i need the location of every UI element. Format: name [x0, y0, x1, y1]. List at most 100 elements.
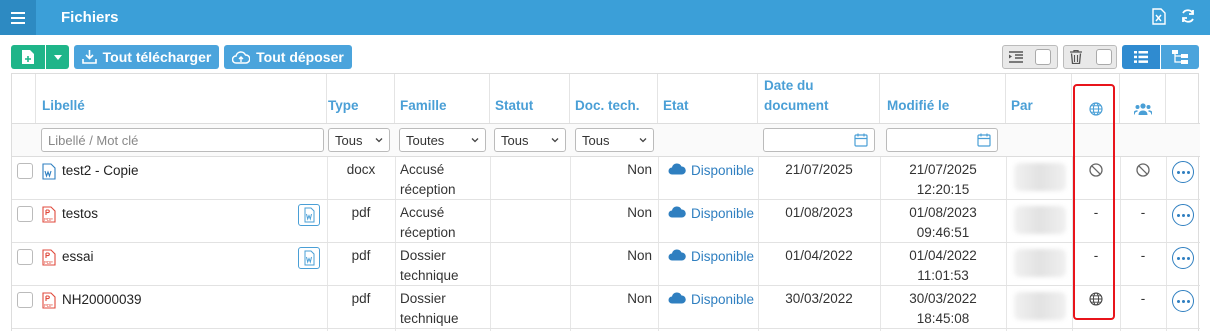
cloud-icon: [668, 292, 686, 307]
more-actions-button[interactable]: [1172, 204, 1194, 226]
list-view-icon: [1134, 51, 1148, 63]
indent-checkbox[interactable]: [1035, 49, 1051, 65]
new-file-icon: [22, 50, 34, 64]
chevron-down-icon: [375, 138, 383, 143]
statut-filter-value: Tous: [501, 132, 529, 148]
users-status: -: [1140, 291, 1146, 306]
etat-status: Disponible: [668, 249, 754, 264]
row-checkbox[interactable]: [17, 249, 33, 265]
author-redacted: [1014, 292, 1066, 320]
date-document: 01/04/2022: [785, 248, 853, 263]
cloud-icon: [668, 206, 686, 221]
pdf-file-icon: PDF: [42, 249, 56, 266]
date-document: 30/03/2022: [785, 291, 853, 306]
type-filter-select[interactable]: Tous: [328, 128, 390, 152]
excel-export-icon[interactable]: [1152, 8, 1170, 26]
chevron-down-icon: [551, 138, 559, 143]
file-type: pdf: [351, 205, 371, 220]
modifie-value: 01/08/2023 09:46:51: [909, 205, 977, 240]
column-header-doc-tech[interactable]: Doc. tech.: [570, 74, 658, 123]
tree-view-button[interactable]: [1161, 45, 1199, 69]
svg-text:PDF: PDF: [44, 217, 53, 222]
column-header-actions: [1166, 74, 1200, 123]
word-version-icon[interactable]: [298, 204, 320, 226]
filter-row: Libellé / Mot clé Tous Toutes Tous Tous: [12, 123, 1200, 157]
file-famille: Dossier technique: [400, 291, 459, 326]
more-actions-button[interactable]: [1172, 247, 1194, 269]
file-famille: Accusé réception: [400, 162, 456, 197]
column-header-par[interactable]: Par: [1006, 74, 1072, 123]
svg-text:PDF: PDF: [44, 260, 53, 265]
author-redacted: [1014, 206, 1066, 234]
row-checkbox[interactable]: [17, 163, 33, 179]
indent-toggle[interactable]: [1002, 45, 1058, 69]
row-checkbox[interactable]: [17, 206, 33, 222]
calendar-icon[interactable]: [977, 133, 991, 147]
download-all-label: Tout télécharger: [102, 49, 212, 65]
users-icon: [1133, 103, 1152, 115]
trash-checkbox[interactable]: [1096, 49, 1112, 65]
chevron-down-icon: [639, 138, 647, 143]
author-redacted: [1014, 163, 1066, 191]
modifie-value: 30/03/2022 18:45:08: [909, 291, 977, 326]
date-document: 21/07/2025: [785, 162, 853, 177]
column-header-modifie[interactable]: Modifié le: [880, 74, 1006, 123]
word-version-icon[interactable]: [298, 247, 320, 269]
highlight-box: [1073, 84, 1115, 320]
author-redacted: [1014, 249, 1066, 277]
ban-icon: [1136, 163, 1150, 183]
users-status: -: [1140, 205, 1146, 220]
date-document-filter-input[interactable]: [763, 128, 875, 152]
more-actions-button[interactable]: [1172, 161, 1194, 183]
more-actions-button[interactable]: [1172, 290, 1194, 312]
file-type: docx: [346, 162, 376, 177]
famille-filter-select[interactable]: Toutes: [399, 128, 486, 152]
column-header-etat[interactable]: Etat: [658, 74, 758, 123]
famille-filter-value: Toutes: [406, 132, 445, 148]
trash-toggle[interactable]: [1063, 45, 1117, 69]
doc-tech-filter-select[interactable]: Tous: [575, 128, 654, 152]
etat-status: Disponible: [668, 163, 754, 178]
file-name[interactable]: test2 - Copie: [62, 163, 139, 178]
new-file-dropdown-button[interactable]: [46, 45, 69, 69]
refresh-icon[interactable]: [1180, 8, 1198, 26]
etat-status: Disponible: [668, 206, 754, 221]
table-row[interactable]: test2 - Copie docx Accusé réception Non D…: [12, 157, 1200, 200]
doc-tech-value: Non: [627, 291, 652, 306]
upload-all-label: Tout déposer: [256, 49, 344, 65]
upload-all-button[interactable]: Tout déposer: [224, 45, 352, 69]
file-famille: Dossier technique: [400, 248, 459, 283]
column-header-statut[interactable]: Statut: [490, 74, 570, 123]
file-name[interactable]: essai: [62, 249, 94, 264]
column-header-famille[interactable]: Famille: [395, 74, 490, 123]
doc-tech-value: Non: [627, 248, 652, 263]
column-header-libelle[interactable]: Libellé: [36, 74, 327, 123]
download-all-button[interactable]: Tout télécharger: [74, 45, 219, 69]
file-type: pdf: [351, 248, 371, 263]
table-row[interactable]: PDF testos pdf Accusé réception Non Dispo…: [12, 200, 1200, 243]
hamburger-icon[interactable]: [0, 0, 36, 35]
window-title-bar: Fichiers: [0, 0, 1210, 35]
file-name[interactable]: NH20000039: [62, 292, 142, 307]
users-status: -: [1140, 248, 1146, 263]
cloud-upload-icon: [232, 50, 251, 64]
modifie-filter-input[interactable]: [886, 128, 998, 152]
table-row[interactable]: PDF essai pdf Dossier technique Non Dispo…: [12, 243, 1200, 286]
calendar-icon[interactable]: [854, 133, 868, 147]
column-header-date-document[interactable]: Date du document: [758, 74, 880, 123]
list-view-button[interactable]: [1122, 45, 1160, 69]
modifie-value: 21/07/2025 12:20:15: [909, 162, 977, 197]
doc-tech-value: Non: [627, 205, 652, 220]
table-row[interactable]: PDF NH20000039 pdf Dossier technique Non …: [12, 286, 1200, 329]
file-name[interactable]: testos: [62, 206, 98, 221]
new-file-button[interactable]: [11, 45, 45, 69]
trash-icon: [1070, 50, 1082, 64]
files-table: Libellé Type Famille Statut Doc. tech. E…: [11, 73, 1200, 331]
users-status: [1120, 157, 1166, 200]
row-checkbox[interactable]: [17, 292, 33, 308]
libelle-filter-input[interactable]: Libellé / Mot clé: [41, 128, 324, 152]
column-header-type[interactable]: Type: [327, 74, 395, 123]
statut-filter-select[interactable]: Tous: [494, 128, 566, 152]
column-header-date-line1: Date du: [764, 78, 814, 93]
select-column-header: [12, 74, 36, 123]
